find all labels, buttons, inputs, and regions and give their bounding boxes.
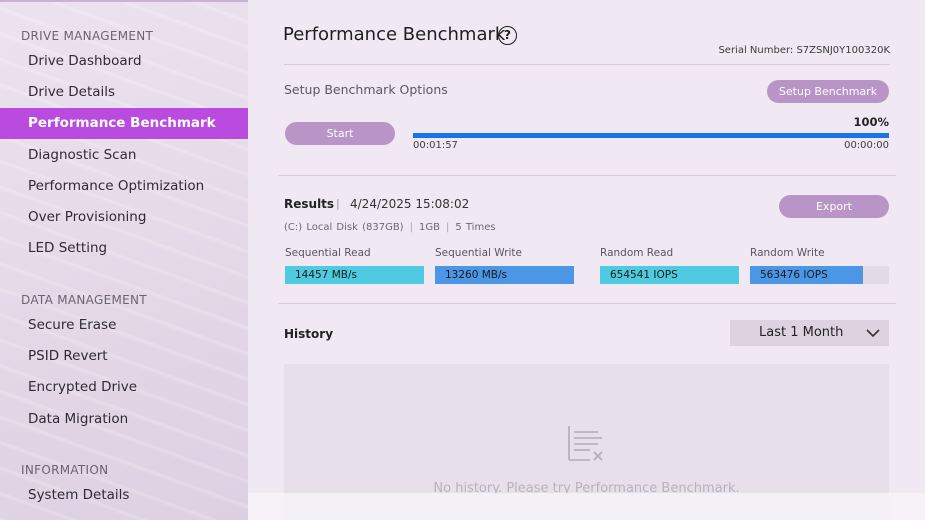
sidebar-item-secure-erase[interactable]: Secure Erase xyxy=(0,310,248,341)
export-button[interactable]: Export xyxy=(779,195,889,218)
sidebar-item-over-provisioning[interactable]: Over Provisioning xyxy=(0,202,248,233)
serial-number: Serial Number: S7ZSNJ0Y100320K xyxy=(718,45,890,56)
metric-bar-fill: 13260 MB/s xyxy=(435,266,574,284)
metric-value-random-write: 563476 IOPS xyxy=(760,269,828,281)
results-times: 5 Times xyxy=(455,222,496,233)
metric-value-seq-read: 14457 MB/s xyxy=(295,269,358,281)
results-meta: (C:) Local Disk (837GB) | 1GB | 5 Times xyxy=(284,222,496,233)
metric-label-seq-read: Sequential Read xyxy=(285,247,371,259)
setup-divider xyxy=(278,175,896,176)
page-title: Performance Benchmark xyxy=(283,24,506,45)
metric-label-seq-write: Sequential Write xyxy=(435,247,523,259)
section-data-management: DATA MANAGEMENT xyxy=(21,293,147,307)
sidebar-item-led-setting[interactable]: LED Setting xyxy=(0,233,248,264)
metric-bar-fill: 654541 IOPS xyxy=(600,266,739,284)
progress-bar-fill xyxy=(413,133,889,138)
section-information: INFORMATION xyxy=(21,463,109,477)
metric-bar-seq-write: 13260 MB/s xyxy=(435,266,574,284)
metric-bar-fill: 14457 MB/s xyxy=(285,266,424,284)
start-button[interactable]: Start xyxy=(285,122,395,145)
metric-bar-fill: 563476 IOPS xyxy=(750,266,863,284)
meta-separator: | xyxy=(409,222,413,233)
history-label: History xyxy=(284,327,334,341)
meta-separator: | xyxy=(445,222,450,233)
metric-bar-random-write: 563476 IOPS xyxy=(750,266,889,284)
sidebar-item-diagnostic-scan[interactable]: Diagnostic Scan xyxy=(0,140,248,171)
sidebar: DRIVE MANAGEMENT Drive Dashboard Drive D… xyxy=(0,0,248,520)
main-content: Performance Benchmark ? Serial Number: S… xyxy=(248,0,925,520)
bottom-overlay xyxy=(248,493,925,520)
metric-value-random-read: 654541 IOPS xyxy=(610,269,678,281)
remaining-time: 00:00:00 xyxy=(844,140,889,151)
results-size: 1GB xyxy=(418,222,440,233)
metric-bar-seq-read: 14457 MB/s xyxy=(285,266,424,284)
metric-bar-random-read: 654541 IOPS xyxy=(600,266,739,284)
progress-bar xyxy=(413,133,889,138)
results-datetime: 4/24/2025 15:08:02 xyxy=(350,197,470,211)
question-circle-icon[interactable]: ? xyxy=(498,26,517,45)
results-disk: (C:) Local Disk (837GB) xyxy=(284,222,404,233)
elapsed-time: 00:01:57 xyxy=(413,140,458,151)
sidebar-item-performance-benchmark[interactable]: Performance Benchmark xyxy=(0,108,248,139)
results-label: Results xyxy=(284,197,335,211)
header-divider xyxy=(284,64,890,65)
section-drive-management: DRIVE MANAGEMENT xyxy=(21,29,154,43)
dropdown-value: Last 1 Month xyxy=(759,325,844,340)
sidebar-item-drive-dashboard[interactable]: Drive Dashboard xyxy=(0,46,248,77)
chevron-down-icon xyxy=(866,329,880,338)
sidebar-item-data-migration[interactable]: Data Migration xyxy=(0,404,248,435)
setup-benchmark-button[interactable]: Setup Benchmark xyxy=(767,80,889,103)
results-separator: | xyxy=(336,197,340,210)
sidebar-item-encrypted-drive[interactable]: Encrypted Drive xyxy=(0,372,248,403)
sidebar-item-performance-optimization[interactable]: Performance Optimization xyxy=(0,171,248,202)
clear-list-icon xyxy=(568,426,603,461)
sidebar-top-divider xyxy=(0,0,248,2)
history-range-dropdown[interactable]: Last 1 Month xyxy=(730,320,889,346)
progress-percent: 100% xyxy=(853,115,889,129)
setup-options-label: Setup Benchmark Options xyxy=(284,82,448,97)
metric-label-random-write: Random Write xyxy=(750,247,825,259)
sidebar-item-system-details[interactable]: System Details xyxy=(0,480,248,511)
metric-value-seq-write: 13260 MB/s xyxy=(445,269,508,281)
sidebar-item-psid-revert[interactable]: PSID Revert xyxy=(0,341,248,372)
results-divider xyxy=(278,303,896,304)
metric-label-random-read: Random Read xyxy=(600,247,674,259)
sidebar-item-drive-details[interactable]: Drive Details xyxy=(0,77,248,108)
